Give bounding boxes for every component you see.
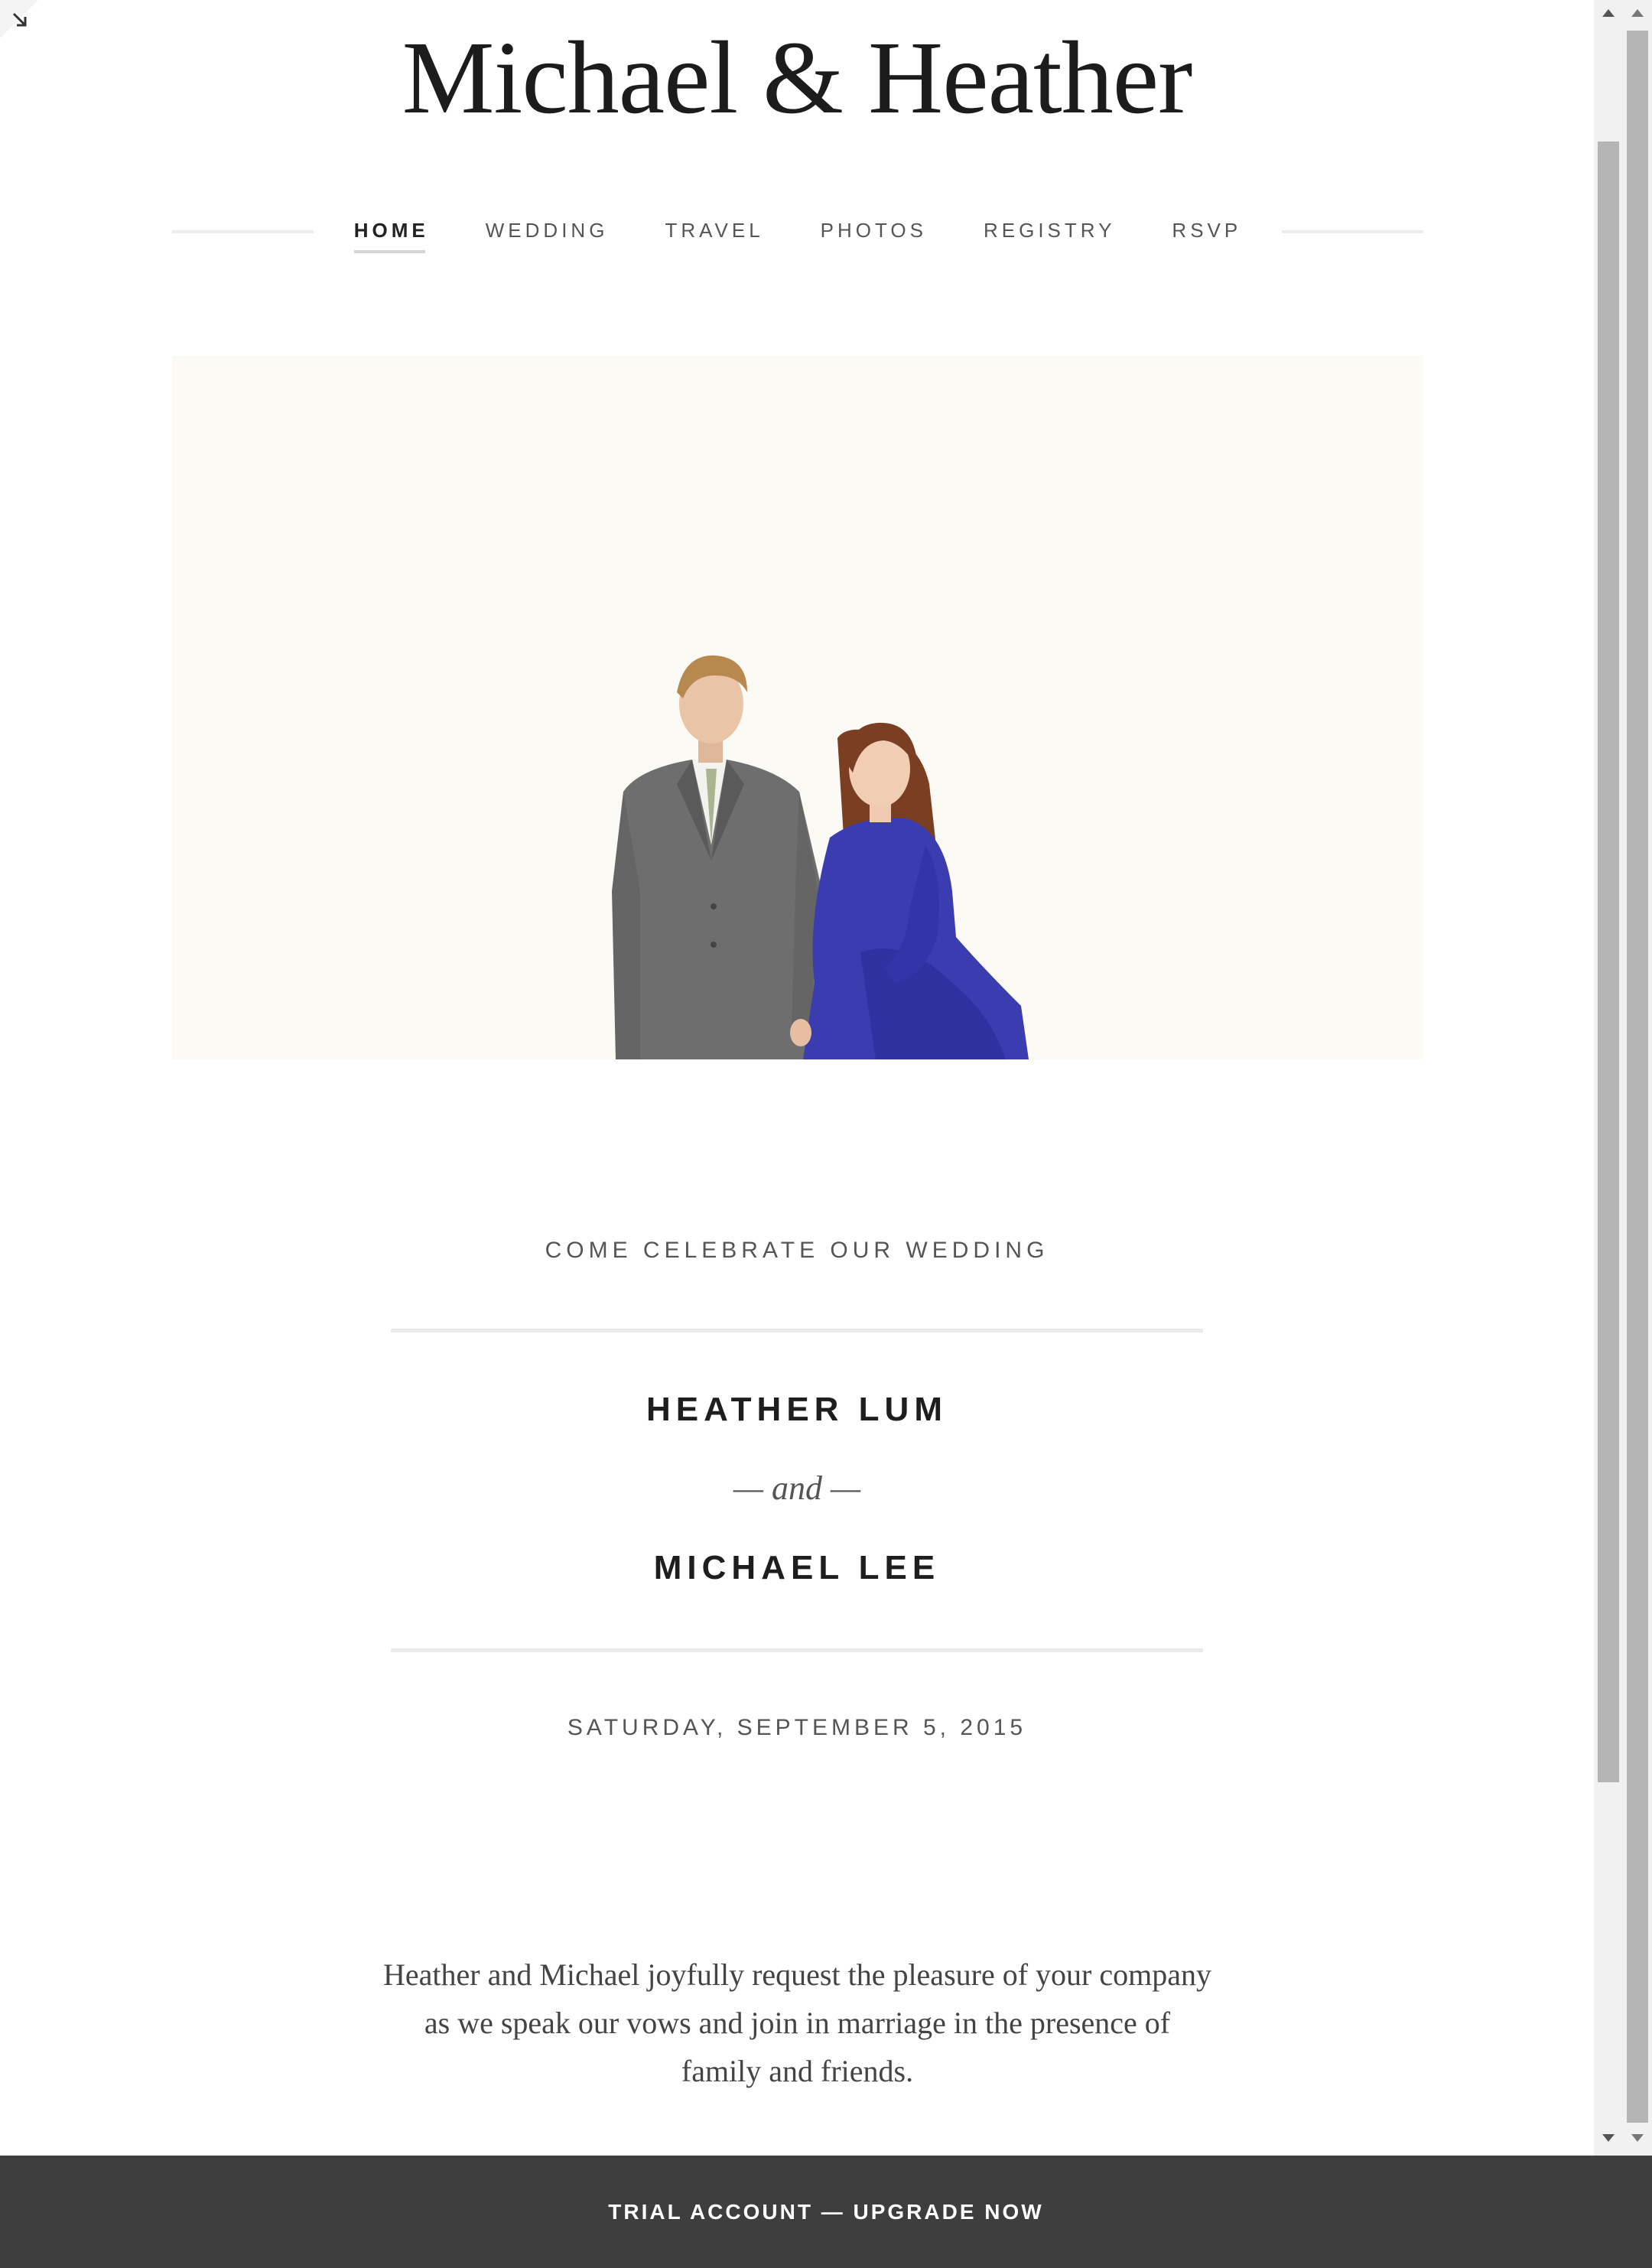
trial-upgrade-banner[interactable]: TRIAL ACCOUNT — UPGRADE NOW (0, 2156, 1652, 2268)
groom-name: MICHAEL LEE (653, 1549, 941, 1586)
nav-divider-right (1282, 230, 1423, 233)
wedding-date: SATURDAY, SEPTEMBER 5, 2015 (567, 1715, 1027, 1740)
scroll-down-arrow-icon[interactable] (1602, 2134, 1615, 2142)
divider-bottom (391, 1648, 1203, 1652)
nav-divider-left (172, 230, 314, 233)
bride-name: HEATHER LUM (646, 1391, 948, 1428)
divider-top (391, 1329, 1203, 1332)
scrollbar-thumb-outer[interactable] (1627, 31, 1648, 2123)
main-nav: HOME WEDDING TRAVEL PHOTOS REGISTRY RSVP (172, 207, 1423, 257)
nav-item-rsvp[interactable]: RSVP (1172, 211, 1241, 253)
scroll-up-arrow-icon[interactable] (1602, 9, 1615, 17)
nav-item-registry[interactable]: REGISTRY (984, 211, 1115, 253)
nav-items: HOME WEDDING TRAVEL PHOTOS REGISTRY RSVP (326, 211, 1270, 253)
scroll-down-arrow-icon[interactable] (1631, 2134, 1644, 2142)
invitation-kicker: COME CELEBRATE OUR WEDDING (545, 1238, 1049, 1263)
site-title: Michael & Heather (402, 21, 1193, 135)
nav-item-home[interactable]: HOME (353, 211, 429, 253)
nav-item-photos[interactable]: PHOTOS (821, 211, 927, 253)
nav-item-wedding[interactable]: WEDDING (486, 211, 609, 253)
scroll-up-arrow-icon[interactable] (1631, 9, 1644, 17)
scrollbar-thumb-inner[interactable] (1598, 142, 1619, 1782)
page-scrollbar[interactable] (1594, 0, 1652, 2156)
nav-item-travel[interactable]: TRAVEL (665, 211, 763, 253)
upgrade-link[interactable]: TRIAL ACCOUNT — UPGRADE NOW (608, 2200, 1043, 2224)
couple-illustration (172, 356, 1423, 1059)
invitation-message: Heather and Michael joyfully request the… (383, 1957, 1211, 2088)
and-connector: — and — (733, 1469, 861, 1507)
hero-photo (172, 356, 1423, 1059)
